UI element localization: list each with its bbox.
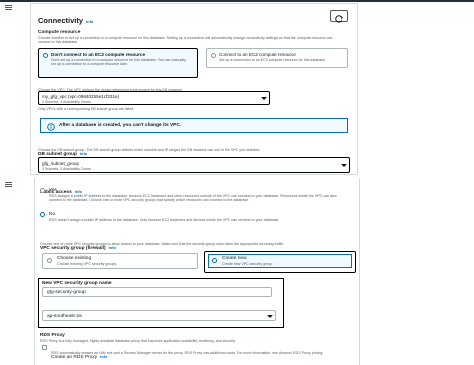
subnet-sub: 3 Subnets, 3 Availability Zones [42, 167, 91, 171]
radio-public-no[interactable] [40, 212, 45, 217]
compute-label: Compute resource [38, 30, 81, 35]
proxy-checkbox-label: Create an RDS Proxy [51, 355, 98, 360]
proxy-checkbox[interactable] [42, 345, 47, 350]
sg-label: VPC security group (firewall) [40, 246, 106, 251]
hamburger-menu-icon[interactable] [5, 5, 12, 6]
new-sg-label: New VPC security group name [42, 281, 112, 286]
az-select[interactable]: ap-southeast-2a [42, 310, 276, 321]
radio-connect-ec2[interactable] [211, 53, 216, 58]
refresh-button[interactable] [330, 10, 348, 23]
proxy-cb-desc: RDS automatically creates an IAM role an… [51, 351, 323, 355]
info-link[interactable]: Info [86, 19, 93, 24]
public-yes-desc: RDS assigns a public IP address to the d… [49, 194, 337, 203]
vpc-select[interactable]: my_gfg_vpc (vpc-098402b5e1cf231e) 3 Subn… [38, 91, 270, 105]
opt-desc: Set up a connection to an EC2 compute re… [219, 58, 327, 62]
subnet-desc: Choose the DB subnet group. The DB subne… [38, 148, 261, 152]
opt-title: Connect to an EC2 compute resource [219, 52, 296, 57]
radio-public-yes[interactable] [40, 188, 45, 193]
page-title: Connectivity [38, 16, 84, 25]
chevron-down-icon [261, 97, 267, 100]
compute-option-connect-ec2[interactable]: Connect to an EC2 compute resource Set u… [206, 48, 348, 68]
info-circle-icon [47, 122, 55, 131]
refresh-icon [335, 15, 343, 23]
new-sg-name-input[interactable] [42, 287, 272, 297]
radio-dont-connect[interactable] [43, 53, 48, 58]
panel-header: Connectivity Info [38, 10, 93, 28]
public-no-desc: RDS doesn't assign a public IP address t… [49, 218, 280, 222]
subnet-value: gfg_subnet_group [42, 161, 80, 166]
chevron-down-icon [267, 314, 273, 318]
compute-desc: Choose whether to set up a connection to… [38, 36, 333, 45]
vpc-note: Only VPCs with a corresponding DB subnet… [38, 107, 135, 111]
public-yes-label: Yes [49, 188, 57, 193]
opt-desc: Choose existing VPC security groups [57, 262, 117, 266]
opt-desc: Don't set up a connection to a compute r… [51, 58, 186, 67]
proxy-label: RDS Proxy [40, 333, 65, 338]
proxy-desc: RDS Proxy is a fully managed, highly ava… [40, 339, 236, 343]
opt-title: Choose existing [57, 256, 92, 261]
alert-text: After a database is created, you can't c… [59, 123, 182, 128]
subnet-select[interactable]: gfg_subnet_group 3 Subnets, 3 Availabili… [38, 157, 350, 173]
az-value: ap-southeast-2a [47, 313, 82, 319]
public-no-label: No [49, 212, 56, 217]
radio-create-new[interactable] [212, 258, 217, 263]
opt-desc: Create new VPC security group [222, 262, 273, 266]
hamburger-menu-icon[interactable] [5, 182, 12, 183]
vpc-value: my_gfg_vpc (vpc-098402b5e1cf231e) [42, 94, 120, 99]
compute-option-dont-connect[interactable]: Don't connect to an EC2 compute resource… [38, 48, 198, 78]
opt-title: Don't connect to an EC2 compute resource [51, 52, 146, 57]
sg-desc: Choose one or more VPC security groups t… [40, 242, 285, 246]
top-bar [0, 0, 474, 2]
vpc-alert: After a database is created, you can't c… [40, 118, 348, 133]
opt-title: Create new [222, 256, 247, 261]
vpc-sub: 3 Subnets, 3 Availability Zones [42, 100, 91, 104]
chevron-down-icon [341, 164, 347, 167]
sg-option-choose-existing[interactable]: Choose existing Choose existing VPC secu… [42, 253, 198, 269]
radio-choose-existing[interactable] [47, 258, 52, 263]
sg-option-create-new[interactable]: Create new Create new VPC security group [204, 251, 356, 273]
